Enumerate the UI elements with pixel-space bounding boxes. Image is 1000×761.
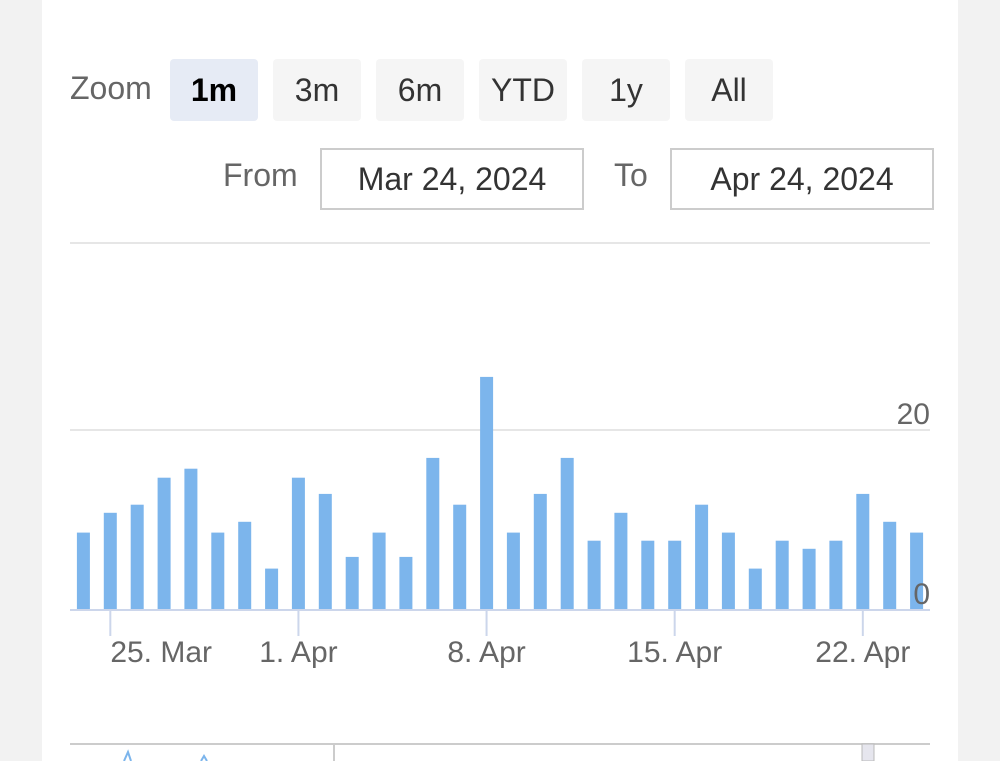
bar-2024-03-29[interactable] [211, 532, 225, 610]
bar-2024-04-13[interactable] [614, 512, 628, 610]
x-tick-label: 15. Apr [627, 636, 722, 669]
x-tick-label: 22. Apr [815, 636, 910, 669]
x-axis-ticks: 25. Mar 1. Apr 8. Apr 15. Apr 22. Apr [109, 610, 910, 669]
bar-2024-04-19[interactable] [775, 540, 789, 610]
navigator-series-line-2 [200, 754, 208, 761]
bar-2024-04-17[interactable] [721, 532, 735, 610]
bar-2024-04-18[interactable] [748, 568, 762, 610]
bar-2024-04-07[interactable] [453, 504, 467, 610]
bar-2024-04-20[interactable] [802, 548, 816, 610]
bar-2024-04-22[interactable] [856, 493, 870, 610]
y-tick-label: 0 [913, 578, 930, 611]
bar-2024-03-26[interactable] [130, 504, 144, 610]
bar-2024-04-04[interactable] [372, 532, 386, 610]
bar-2024-04-06[interactable] [426, 457, 440, 610]
bar-2024-04-23[interactable] [883, 521, 897, 610]
navigator-right-handle[interactable] [861, 743, 875, 761]
bar-2024-04-03[interactable] [345, 556, 359, 610]
bar-2024-04-05[interactable] [399, 556, 413, 610]
y-tick-label: 20 [897, 398, 930, 431]
bar-2024-04-14[interactable] [641, 540, 655, 610]
bar-2024-04-16[interactable] [695, 504, 709, 610]
bar-2024-04-21[interactable] [829, 540, 843, 610]
x-tick-label: 25. Mar [110, 636, 212, 669]
bar-2024-04-12[interactable] [587, 540, 601, 610]
bar-2024-04-09[interactable] [506, 532, 520, 610]
bar-2024-04-11[interactable] [560, 457, 574, 610]
bar-2024-03-31[interactable] [265, 568, 279, 610]
bar-2024-03-24[interactable] [76, 532, 90, 610]
bar-series [76, 376, 924, 610]
bar-2024-04-15[interactable] [668, 540, 682, 610]
bar-2024-03-27[interactable] [157, 477, 171, 610]
bar-2024-04-02[interactable] [318, 493, 332, 610]
bar-chart: 25. Mar 1. Apr 8. Apr 15. Apr 22. Apr 0 20 [70, 242, 930, 761]
x-tick-label: 8. Apr [447, 636, 525, 669]
bar-2024-04-10[interactable] [533, 493, 547, 610]
bar-2024-04-08[interactable] [480, 376, 494, 610]
x-tick-label: 1. Apr [259, 636, 337, 669]
bar-2024-03-30[interactable] [238, 521, 252, 610]
bar-2024-04-01[interactable] [291, 477, 305, 610]
y-axis-ticks: 0 20 [897, 398, 930, 611]
bar-2024-03-25[interactable] [103, 512, 117, 610]
bar-2024-03-28[interactable] [184, 468, 198, 610]
navigator-series-line [123, 749, 132, 761]
